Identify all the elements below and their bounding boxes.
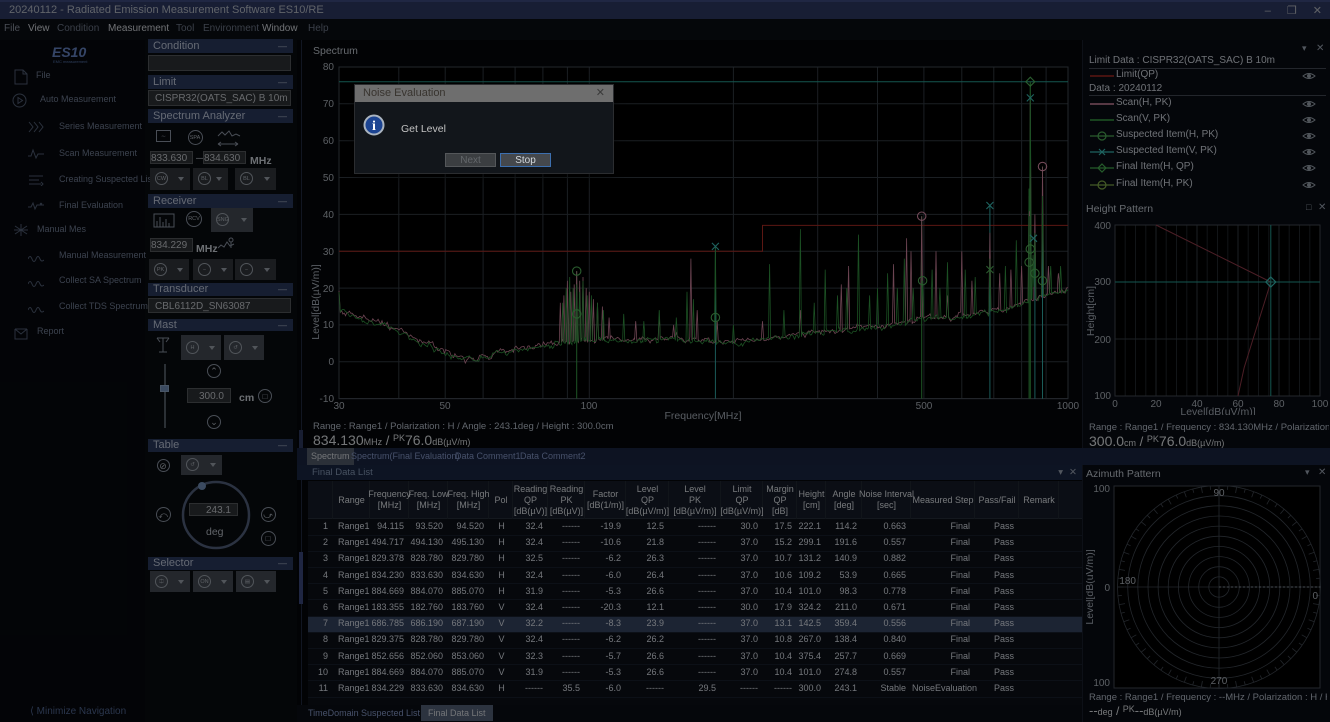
svg-text:i: i	[372, 119, 376, 134]
